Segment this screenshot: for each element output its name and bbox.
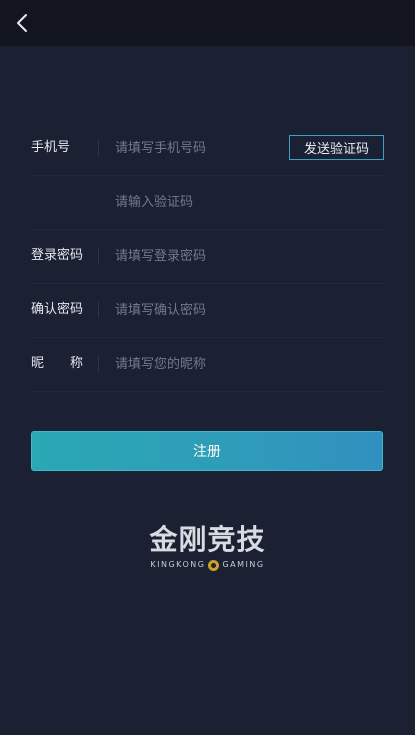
confirm-password-label: 确认密码	[31, 302, 84, 317]
verification-code-input[interactable]	[115, 190, 365, 214]
field-divider	[98, 356, 99, 372]
register-form: 手机号 发送验证码 登录密码 确认密码 昵 称	[0, 122, 415, 392]
nickname-input[interactable]	[115, 352, 365, 376]
phone-input[interactable]	[115, 136, 280, 160]
brand-sub-right: GAMING	[222, 560, 265, 569]
confirm-password-row: 确认密码	[31, 284, 384, 338]
field-divider	[98, 140, 99, 156]
brand-title: 金刚竞技	[149, 523, 266, 556]
login-password-row: 登录密码	[31, 230, 384, 284]
nickname-label: 昵 称	[31, 338, 83, 390]
brand-subtitle: KINGKONG GAMING	[140, 558, 275, 572]
login-password-label: 登录密码	[31, 248, 84, 263]
chevron-left-icon	[17, 14, 27, 32]
back-button[interactable]	[8, 8, 38, 38]
code-row	[31, 176, 384, 230]
top-bar	[0, 0, 415, 46]
send-code-button[interactable]: 发送验证码	[289, 135, 384, 160]
nickname-label-char-1: 昵	[31, 356, 45, 371]
phone-label: 手机号	[31, 140, 71, 155]
register-button[interactable]: 注册	[31, 431, 383, 471]
phone-row: 手机号 发送验证码	[31, 122, 384, 176]
login-password-input[interactable]	[115, 244, 365, 268]
brand-sub-left: KINGKONG	[150, 560, 206, 569]
field-divider	[98, 248, 99, 264]
field-divider	[98, 302, 99, 318]
gorilla-emblem-icon	[208, 559, 220, 571]
register-page: 手机号 发送验证码 登录密码 确认密码 昵 称 注册	[0, 0, 415, 735]
confirm-password-input[interactable]	[115, 298, 365, 322]
nickname-row: 昵 称	[31, 338, 384, 392]
nickname-label-char-2: 称	[69, 356, 83, 371]
brand-logo: 金刚竞技 KINGKONG GAMING	[140, 522, 275, 578]
